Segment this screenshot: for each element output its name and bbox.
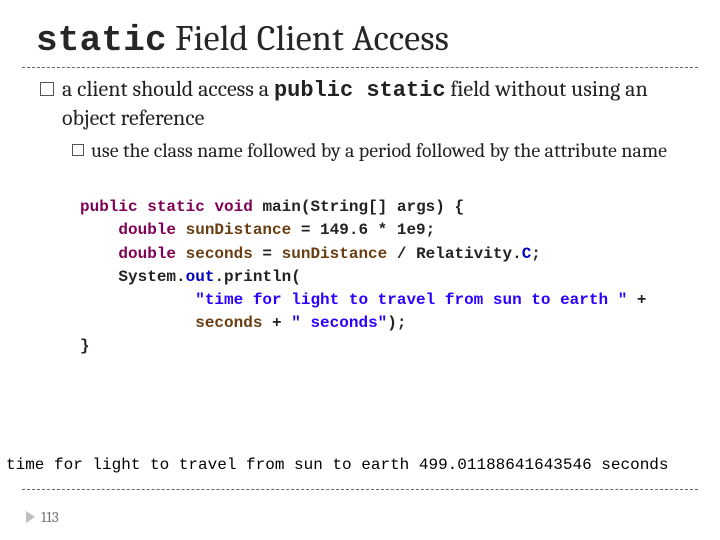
slide-title: static Field Client Access — [36, 18, 698, 61]
member-c: C — [522, 245, 532, 263]
kw-void: void — [214, 198, 252, 216]
footer-rule — [22, 489, 698, 490]
bullet-level1: a client should access a public static f… — [40, 76, 698, 132]
slide: static Field Client Access a client shou… — [0, 0, 720, 540]
bullet1-seg1: a client should access a — [62, 76, 274, 102]
triangle-icon — [26, 511, 35, 523]
code-l3-mid2: / Relativity. — [387, 245, 521, 263]
code-l6-mid: + — [262, 314, 291, 332]
code-l1-rest: main(String[] args) { — [253, 198, 464, 216]
bullet1-mono: public static — [274, 78, 446, 103]
var-sundistance: sunDistance — [282, 245, 388, 263]
string-literal: "time for light to travel from sun to ea… — [195, 291, 627, 309]
bullet1-text: a client should access a public static f… — [62, 76, 698, 132]
bullet-box-icon — [72, 144, 84, 156]
code-l2-rest: = 149.6 * 1e9; — [291, 221, 435, 239]
title-keyword: static — [36, 20, 167, 61]
var-seconds: seconds — [195, 314, 262, 332]
title-rule — [22, 67, 698, 68]
member-out: out — [186, 268, 215, 286]
program-output: time for light to travel from sun to ear… — [6, 456, 714, 474]
string-literal: " seconds" — [291, 314, 387, 332]
page-number: 113 — [41, 508, 59, 526]
kw-public: public — [80, 198, 138, 216]
var-sundistance: sunDistance — [176, 221, 291, 239]
bullet-box-icon — [40, 82, 54, 96]
bullet-level2: use the class name followed by a period … — [72, 138, 698, 163]
code-l6-end: ); — [387, 314, 406, 332]
var-seconds: seconds — [176, 245, 253, 263]
bullet2-text: use the class name followed by a period … — [91, 138, 667, 163]
code-l3-mid: = — [253, 245, 282, 263]
code-l4a: System. — [80, 268, 186, 286]
code-l4b: .println( — [214, 268, 300, 286]
kw-double: double — [118, 221, 176, 239]
kw-double: double — [118, 245, 176, 263]
code-l3-end: ; — [531, 245, 541, 263]
title-rest: Field Client Access — [167, 18, 449, 59]
code-l5-plus: + — [627, 291, 646, 309]
code-block: public static void main(String[] args) {… — [80, 173, 698, 359]
kw-static: static — [147, 198, 205, 216]
code-l7: } — [80, 337, 90, 355]
page-number-wrap: 113 — [26, 508, 59, 526]
